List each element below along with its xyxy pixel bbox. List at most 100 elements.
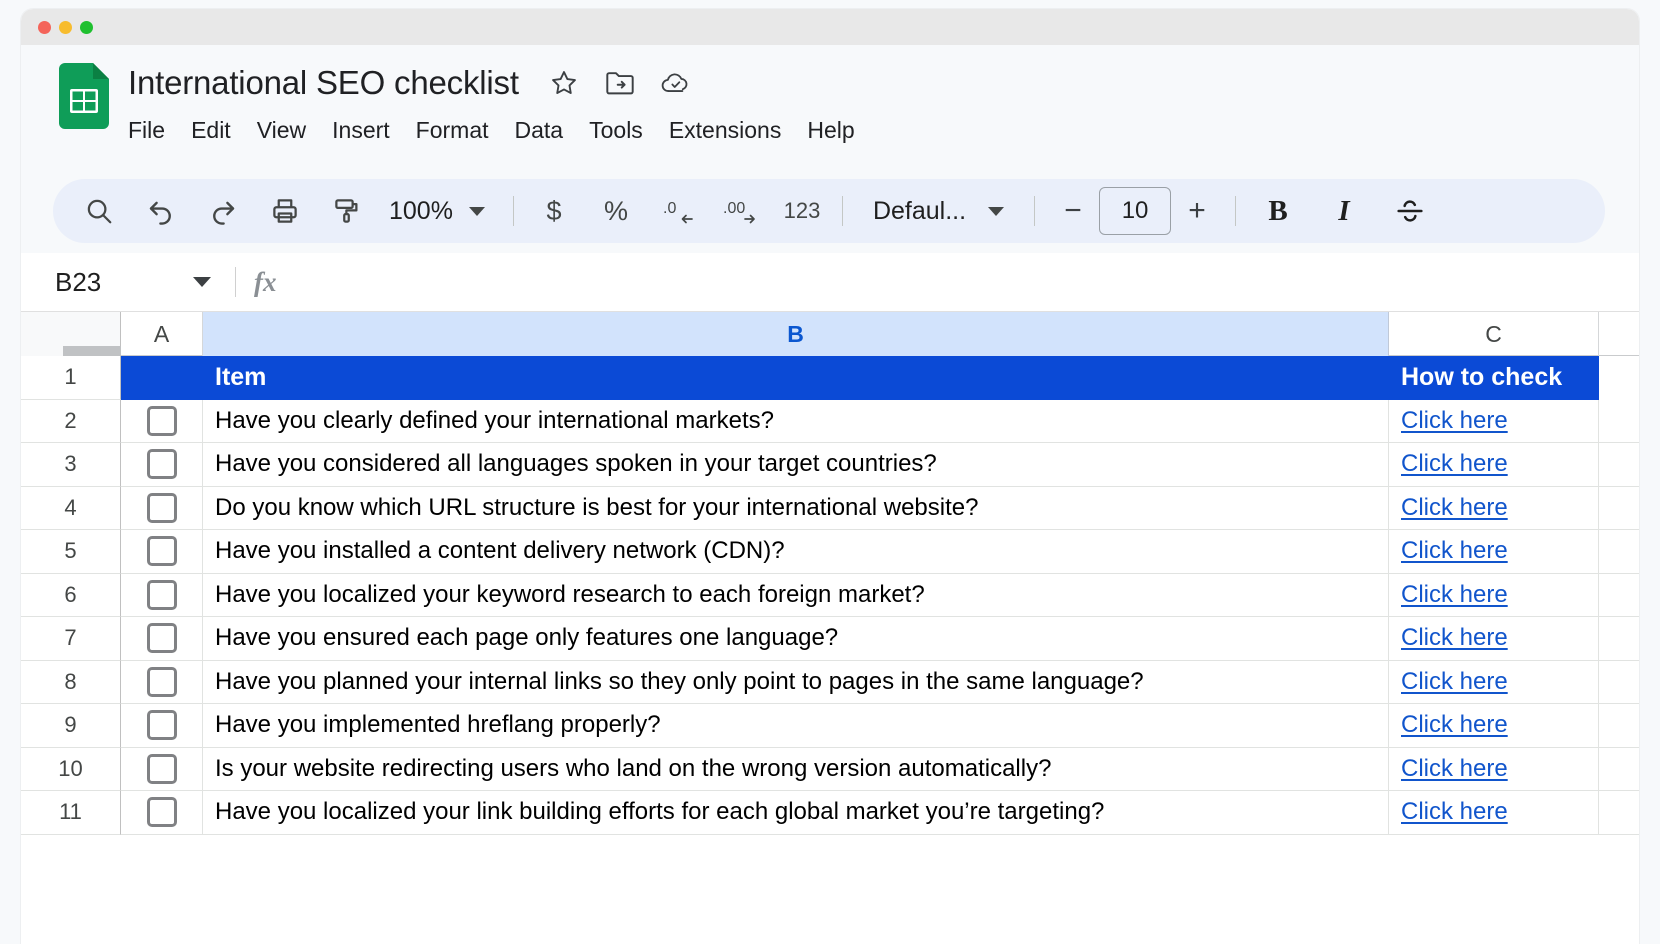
menu-item-data[interactable]: Data: [515, 117, 582, 144]
cell-overflow[interactable]: [1599, 443, 1639, 487]
menu-item-insert[interactable]: Insert: [332, 117, 408, 144]
menu-item-edit[interactable]: Edit: [191, 117, 249, 144]
cell-item-text[interactable]: Have you clearly defined your internatio…: [203, 400, 1389, 444]
checkbox-icon[interactable]: [147, 754, 177, 784]
cell-item-text[interactable]: Have you installed a content delivery ne…: [203, 530, 1389, 574]
cell-checkbox[interactable]: [121, 574, 203, 618]
click-here-link[interactable]: Click here: [1401, 798, 1508, 826]
print-icon[interactable]: [261, 187, 309, 235]
click-here-link[interactable]: Click here: [1401, 537, 1508, 565]
cell-how-to-check[interactable]: Click here: [1389, 487, 1599, 531]
minimize-window-button[interactable]: [59, 21, 72, 34]
cell-item-text[interactable]: Do you know which URL structure is best …: [203, 487, 1389, 531]
cell-checkbox[interactable]: [121, 400, 203, 444]
redo-icon[interactable]: [199, 187, 247, 235]
row-number[interactable]: 7: [21, 617, 121, 661]
maximize-window-button[interactable]: [80, 21, 93, 34]
font-size-input[interactable]: 10: [1099, 187, 1171, 235]
cell-how-to-check[interactable]: Click here: [1389, 443, 1599, 487]
name-box[interactable]: B23: [21, 267, 231, 298]
zoom-selector[interactable]: 100%: [371, 197, 497, 226]
checkbox-icon[interactable]: [147, 797, 177, 827]
cell-overflow[interactable]: [1599, 487, 1639, 531]
cloud-saved-icon[interactable]: [661, 68, 691, 98]
cell-checkbox[interactable]: [121, 704, 203, 748]
row-number[interactable]: 3: [21, 443, 121, 487]
cell-item-text[interactable]: Have you planned your internal links so …: [203, 661, 1389, 705]
cell-overflow[interactable]: [1599, 704, 1639, 748]
formula-input[interactable]: [277, 253, 1640, 311]
checkbox-icon[interactable]: [147, 406, 177, 436]
cell-how-to-check[interactable]: Click here: [1389, 791, 1599, 835]
move-to-folder-icon[interactable]: [605, 68, 635, 98]
bold-button[interactable]: B: [1252, 187, 1304, 235]
menu-item-extensions[interactable]: Extensions: [669, 117, 800, 144]
cell-b1[interactable]: Item: [203, 356, 1389, 400]
menu-item-format[interactable]: Format: [416, 117, 507, 144]
document-title[interactable]: International SEO checklist: [128, 64, 519, 102]
cell-how-to-check[interactable]: Click here: [1389, 748, 1599, 792]
cell-item-text[interactable]: Have you considered all languages spoken…: [203, 443, 1389, 487]
cell-how-to-check[interactable]: Click here: [1389, 661, 1599, 705]
font-family-selector[interactable]: Defaul...: [859, 197, 1018, 226]
increase-decimal-icon[interactable]: .00: [716, 187, 764, 235]
checkbox-icon[interactable]: [147, 493, 177, 523]
close-window-button[interactable]: [38, 21, 51, 34]
cell-item-text[interactable]: Have you localized your keyword research…: [203, 574, 1389, 618]
row-number[interactable]: 2: [21, 400, 121, 444]
cell-d1[interactable]: [1599, 356, 1639, 400]
row-number[interactable]: 10: [21, 748, 121, 792]
menu-item-help[interactable]: Help: [807, 117, 872, 144]
cell-how-to-check[interactable]: Click here: [1389, 574, 1599, 618]
checkbox-icon[interactable]: [147, 449, 177, 479]
more-formats-button[interactable]: 123: [778, 187, 826, 235]
cell-checkbox[interactable]: [121, 617, 203, 661]
cell-a1[interactable]: [121, 356, 203, 400]
percent-format-button[interactable]: %: [592, 187, 640, 235]
cell-overflow[interactable]: [1599, 791, 1639, 835]
column-header-a[interactable]: A: [121, 312, 203, 356]
paint-format-icon[interactable]: [323, 187, 371, 235]
click-here-link[interactable]: Click here: [1401, 711, 1508, 739]
row-number[interactable]: 5: [21, 530, 121, 574]
undo-icon[interactable]: [137, 187, 185, 235]
row-number[interactable]: 11: [21, 791, 121, 835]
cell-overflow[interactable]: [1599, 748, 1639, 792]
cell-item-text[interactable]: Have you implemented hreflang properly?: [203, 704, 1389, 748]
cell-overflow[interactable]: [1599, 617, 1639, 661]
star-icon[interactable]: [549, 68, 579, 98]
cell-checkbox[interactable]: [121, 791, 203, 835]
menu-item-file[interactable]: File: [128, 117, 183, 144]
italic-button[interactable]: I: [1318, 187, 1370, 235]
cell-checkbox[interactable]: [121, 487, 203, 531]
checkbox-icon[interactable]: [147, 623, 177, 653]
cell-how-to-check[interactable]: Click here: [1389, 530, 1599, 574]
checkbox-icon[interactable]: [147, 536, 177, 566]
click-here-link[interactable]: Click here: [1401, 494, 1508, 522]
column-header-c[interactable]: C: [1389, 312, 1599, 356]
decrease-font-size-button[interactable]: −: [1051, 189, 1095, 233]
cell-checkbox[interactable]: [121, 530, 203, 574]
checkbox-icon[interactable]: [147, 667, 177, 697]
row-number[interactable]: 9: [21, 704, 121, 748]
cell-item-text[interactable]: Is your website redirecting users who la…: [203, 748, 1389, 792]
cell-c1[interactable]: How to check: [1389, 356, 1599, 400]
cell-checkbox[interactable]: [121, 661, 203, 705]
click-here-link[interactable]: Click here: [1401, 581, 1508, 609]
menu-item-tools[interactable]: Tools: [589, 117, 661, 144]
menu-item-view[interactable]: View: [257, 117, 324, 144]
row-number-1[interactable]: 1: [21, 356, 121, 400]
click-here-link[interactable]: Click here: [1401, 668, 1508, 696]
cell-overflow[interactable]: [1599, 530, 1639, 574]
cell-item-text[interactable]: Have you ensured each page only features…: [203, 617, 1389, 661]
column-header-d[interactable]: [1599, 312, 1639, 356]
increase-font-size-button[interactable]: +: [1175, 189, 1219, 233]
cell-how-to-check[interactable]: Click here: [1389, 400, 1599, 444]
currency-format-button[interactable]: $: [530, 187, 578, 235]
cell-checkbox[interactable]: [121, 748, 203, 792]
cell-how-to-check[interactable]: Click here: [1389, 704, 1599, 748]
cell-overflow[interactable]: [1599, 400, 1639, 444]
search-icon[interactable]: [75, 187, 123, 235]
click-here-link[interactable]: Click here: [1401, 755, 1508, 783]
strikethrough-icon[interactable]: [1384, 187, 1436, 235]
